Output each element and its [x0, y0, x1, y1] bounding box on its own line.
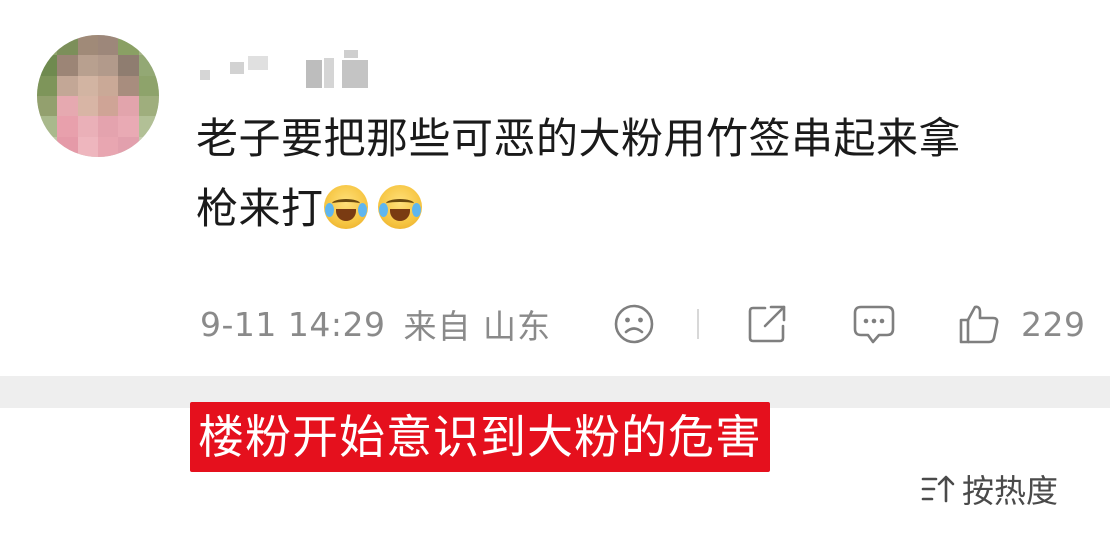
- caption-banner: 楼粉开始意识到大粉的危害: [190, 402, 770, 472]
- sort-icon: [921, 475, 955, 503]
- avatar[interactable]: [37, 35, 159, 157]
- comment-meta: 9-11 14:29 来自 山东: [200, 300, 551, 348]
- pixelated-avatar-icon: [37, 35, 159, 157]
- vertical-divider: [697, 309, 699, 339]
- laughing-crying-emoji-icon: [323, 185, 368, 229]
- like-count: 229: [1021, 304, 1086, 344]
- comment-card: 老子要把那些可恶的大粉用竹签串起来拿 枪来打 9-11 14:29 来自 山东: [0, 0, 1110, 376]
- comment-time: 9-11 14:29: [200, 304, 386, 344]
- share-icon: [748, 305, 786, 343]
- comment-line-2: 枪来打: [196, 174, 1076, 244]
- comment-text: 老子要把那些可恶的大粉用竹签串起来拿 枪来打: [196, 104, 1076, 244]
- comment-line-2-text: 枪来打: [196, 184, 324, 233]
- dislike-button[interactable]: [612, 300, 656, 348]
- comment-location: 来自 山东: [403, 307, 551, 346]
- sort-label: 按热度: [962, 472, 1059, 510]
- share-button[interactable]: [745, 300, 789, 348]
- comment-bubble-icon: [853, 305, 895, 344]
- sad-face-icon: [614, 304, 654, 344]
- sort-by-hot-button[interactable]: 按热度: [920, 466, 1058, 512]
- thumbs-up-icon: [959, 305, 999, 344]
- laughing-crying-emoji-icon: [377, 185, 422, 229]
- reply-button[interactable]: [851, 300, 897, 348]
- pixelated-username-icon[interactable]: [196, 44, 386, 88]
- comment-line-1: 老子要把那些可恶的大粉用竹签串起来拿: [196, 114, 962, 163]
- like-button[interactable]: 229: [957, 300, 1086, 348]
